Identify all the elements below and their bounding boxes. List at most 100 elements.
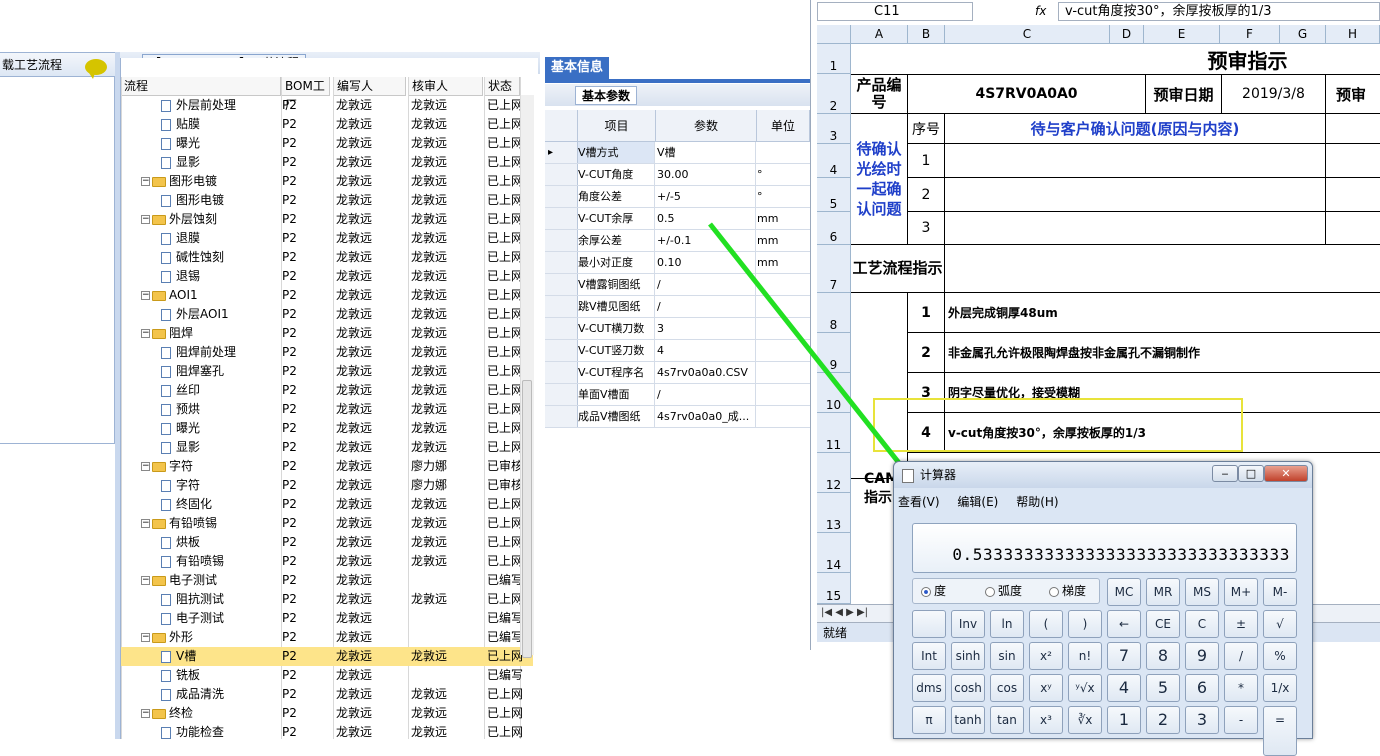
digit-key[interactable]: 1 bbox=[1107, 706, 1141, 734]
calc-key[interactable]: Int bbox=[912, 642, 946, 670]
mode-grad[interactable]: 梯度 bbox=[1049, 579, 1086, 603]
minimize-button[interactable]: ‒ bbox=[1212, 465, 1238, 482]
calc-key[interactable]: π bbox=[912, 706, 946, 734]
col-header-status[interactable]: 状态 bbox=[485, 77, 520, 96]
calc-key[interactable]: ʸ√x bbox=[1068, 674, 1102, 702]
tree-row[interactable]: − 字符 P2 龙敦远 廖力娜 已审核 bbox=[121, 457, 533, 476]
row-header[interactable]: 1 bbox=[817, 44, 851, 74]
calc-key[interactable]: sin bbox=[990, 642, 1024, 670]
calc-key[interactable]: 1/x bbox=[1263, 674, 1297, 702]
tree-row[interactable]: 字符 P2 龙敦远 廖力娜 已审核 bbox=[121, 476, 533, 495]
fx-icon[interactable]: fx bbox=[1035, 2, 1055, 21]
confirm-seq-number[interactable]: 2 bbox=[908, 178, 945, 212]
param-row[interactable]: ▸ V槽方式 V槽 bbox=[545, 142, 810, 164]
seq-label[interactable]: 序号 bbox=[908, 114, 945, 144]
calc-key[interactable]: - bbox=[1224, 706, 1258, 734]
calc-key[interactable]: % bbox=[1263, 642, 1297, 670]
radio-degree-icon[interactable] bbox=[921, 586, 931, 597]
calc-key[interactable]: cos bbox=[990, 674, 1024, 702]
collapse-toggle-icon[interactable]: − bbox=[141, 462, 150, 471]
tree-row[interactable]: − 阻焊 P2 龙敦远 龙敦远 已上网 bbox=[121, 324, 533, 343]
review-date-label[interactable]: 预审日期 bbox=[1146, 74, 1222, 114]
calc-key[interactable]: * bbox=[1224, 674, 1258, 702]
maximize-button[interactable]: □ bbox=[1238, 465, 1264, 482]
tree-row[interactable]: 显影 P2 龙敦远 龙敦远 已上网 bbox=[121, 438, 533, 457]
column-header[interactable]: F bbox=[1220, 25, 1280, 44]
row-header[interactable]: 14 bbox=[817, 533, 851, 573]
review-date-value[interactable]: 2019/3/8 bbox=[1222, 74, 1326, 114]
tree-row[interactable]: − 终检 P2 龙敦远 龙敦远 已上网 bbox=[121, 704, 533, 723]
param-value[interactable]: +/-5 bbox=[656, 186, 756, 207]
sheet-cell[interactable] bbox=[1326, 178, 1380, 212]
tree-row[interactable]: 丝印 P2 龙敦远 龙敦远 已上网 bbox=[121, 381, 533, 400]
param-value[interactable]: 30.00 bbox=[656, 164, 756, 185]
tree-row[interactable]: 退锡 P2 龙敦远 龙敦远 已上网 bbox=[121, 267, 533, 286]
row-header[interactable]: 3 bbox=[817, 114, 851, 144]
tree-row[interactable]: 图形电镀 P2 龙敦远 龙敦远 已上网 bbox=[121, 191, 533, 210]
calc-key[interactable]: ) bbox=[1068, 610, 1102, 638]
calc-key[interactable]: CE bbox=[1146, 610, 1180, 638]
tree-row[interactable]: 烘板 P2 龙敦远 龙敦远 已上网 bbox=[121, 533, 533, 552]
chat-bubble-icon[interactable] bbox=[85, 59, 107, 79]
tree-row[interactable]: 电子测试 P2 龙敦远 已编写 bbox=[121, 609, 533, 628]
collapse-toggle-icon[interactable]: − bbox=[141, 215, 150, 224]
confirm-content-cell[interactable] bbox=[945, 212, 1326, 245]
row-header[interactable]: 2 bbox=[817, 74, 851, 114]
sheet-cell[interactable] bbox=[945, 245, 1380, 293]
params-header-value[interactable]: 参数 bbox=[656, 110, 757, 142]
calc-key[interactable]: ( bbox=[1029, 610, 1063, 638]
tree-row[interactable]: − 外形 P2 龙敦远 已编写 bbox=[121, 628, 533, 647]
tree-row[interactable]: 显影 P2 龙敦远 龙敦远 已上网 bbox=[121, 153, 533, 172]
digit-key[interactable]: 5 bbox=[1146, 674, 1180, 702]
calc-key[interactable]: tan bbox=[990, 706, 1024, 734]
tree-row[interactable]: 成品清洗 P2 龙敦远 龙敦远 已上网 bbox=[121, 685, 533, 704]
flow-item-text[interactable]: 非金属孔允许极限陶焊盘按非金属孔不漏铜制作 bbox=[945, 333, 1380, 373]
close-button[interactable]: ✕ bbox=[1264, 465, 1308, 482]
collapse-toggle-icon[interactable]: − bbox=[141, 709, 150, 718]
tree-row[interactable]: 曝光 P2 龙敦远 龙敦远 已上网 bbox=[121, 419, 533, 438]
sheet-title[interactable]: 预审指示 bbox=[1140, 44, 1355, 74]
select-all-corner[interactable] bbox=[817, 25, 851, 44]
column-header[interactable]: C bbox=[945, 25, 1110, 44]
memory-key[interactable]: MR bbox=[1146, 578, 1180, 606]
subtab-basic-params[interactable]: 基本参数 bbox=[575, 86, 638, 105]
tree-row[interactable]: 碱性蚀刻 P2 龙敦远 龙敦远 已上网 bbox=[121, 248, 533, 267]
name-box[interactable]: C11 bbox=[817, 2, 973, 21]
tree-row[interactable]: − 外层蚀刻 P2 龙敦远 龙敦远 已上网 bbox=[121, 210, 533, 229]
collapse-toggle-icon[interactable]: − bbox=[141, 519, 150, 528]
calc-key[interactable]: ← bbox=[1107, 610, 1141, 638]
row-header[interactable]: 4 bbox=[817, 144, 851, 178]
calc-key[interactable]: tanh bbox=[951, 706, 985, 734]
tree-row[interactable]: − 有铅喷锡 P2 龙敦远 龙敦远 已上网 bbox=[121, 514, 533, 533]
params-header-unit[interactable]: 单位 bbox=[757, 110, 810, 142]
tree-row[interactable]: V槽 P2 龙敦远 龙敦远 已上网 bbox=[121, 647, 533, 666]
tree-row[interactable]: 外层前处理 P2 龙敦远 龙敦远 已上网 bbox=[121, 96, 533, 115]
memory-key[interactable]: MS bbox=[1185, 578, 1219, 606]
collapse-toggle-icon[interactable]: − bbox=[141, 177, 150, 186]
radio-grad-icon[interactable] bbox=[1049, 586, 1059, 597]
row-header[interactable]: 5 bbox=[817, 178, 851, 212]
calc-key[interactable]: C bbox=[1185, 610, 1219, 638]
tree-row[interactable]: 预烘 P2 龙敦远 龙敦远 已上网 bbox=[121, 400, 533, 419]
digit-key[interactable]: 3 bbox=[1185, 706, 1219, 734]
calc-key[interactable]: ln bbox=[990, 610, 1024, 638]
calc-key[interactable]: n! bbox=[1068, 642, 1102, 670]
tree-row[interactable]: − 电子测试 P2 龙敦远 已编写 bbox=[121, 571, 533, 590]
tree-row[interactable]: 曝光 P2 龙敦远 龙敦远 已上网 bbox=[121, 134, 533, 153]
product-label[interactable]: 产品编号 bbox=[851, 74, 908, 114]
digit-key[interactable]: 8 bbox=[1146, 642, 1180, 670]
calc-key[interactable]: ± bbox=[1224, 610, 1258, 638]
flow-item-text[interactable]: 外层完成铜厚48um bbox=[945, 293, 1380, 333]
collapse-toggle-icon[interactable]: − bbox=[141, 291, 150, 300]
tree-row[interactable]: 阻焊塞孔 P2 龙敦远 龙敦远 已上网 bbox=[121, 362, 533, 381]
tree-row[interactable]: − 图形电镀 P2 龙敦远 龙敦远 已上网 bbox=[121, 172, 533, 191]
tree-row[interactable]: 有铅喷锡 P2 龙敦远 龙敦远 已上网 bbox=[121, 552, 533, 571]
calc-key[interactable]: cosh bbox=[951, 674, 985, 702]
digit-key[interactable]: 6 bbox=[1185, 674, 1219, 702]
column-header[interactable]: H bbox=[1326, 25, 1380, 44]
param-row[interactable]: V-CUT角度 30.00 ° bbox=[545, 164, 810, 186]
digit-key[interactable]: 7 bbox=[1107, 642, 1141, 670]
param-value[interactable]: V槽 bbox=[656, 142, 756, 163]
confirm-content-cell[interactable] bbox=[945, 178, 1326, 212]
menu-edit[interactable]: 编辑(E) bbox=[957, 495, 998, 509]
